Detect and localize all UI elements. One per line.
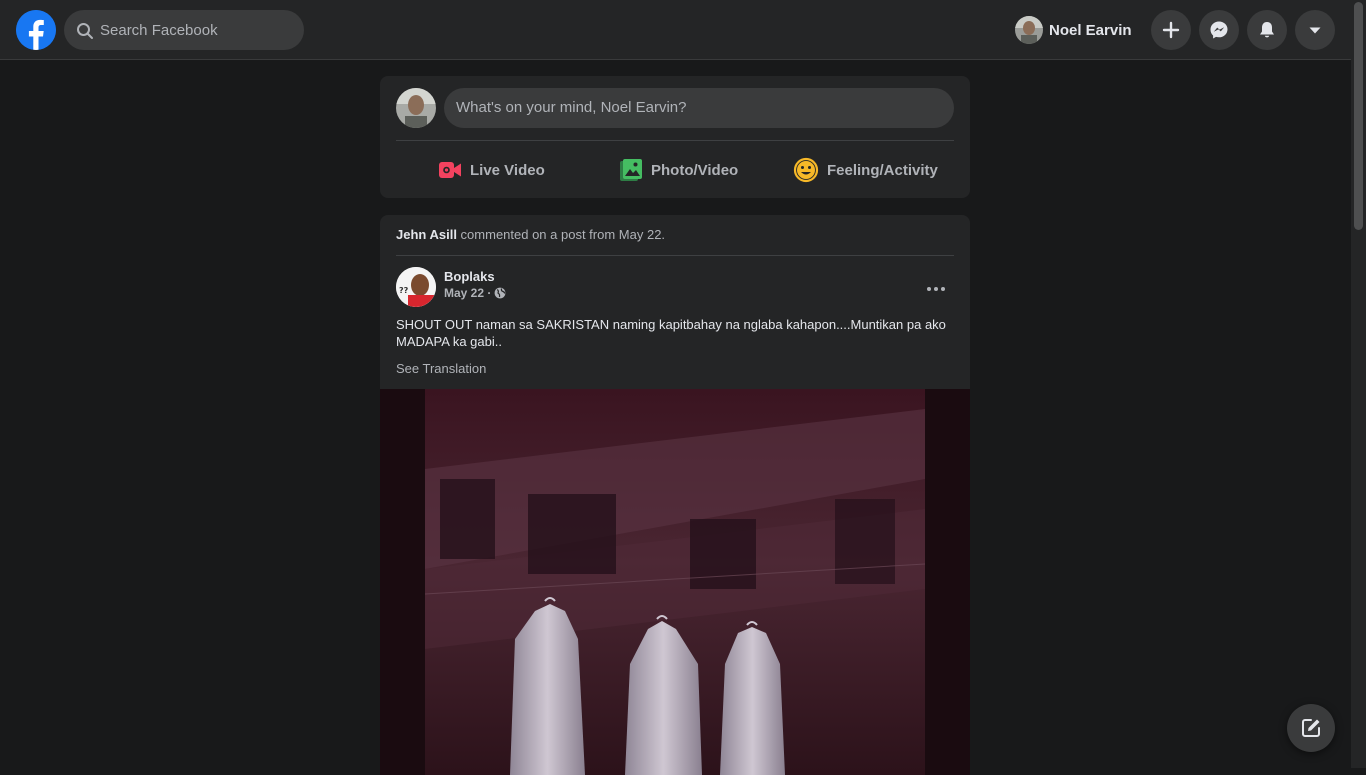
- post-meta: May 22 ·: [444, 286, 506, 300]
- globe-icon: [494, 287, 506, 299]
- avatar: [1015, 16, 1043, 44]
- messenger-button[interactable]: [1199, 10, 1239, 50]
- photo-video-icon: [620, 159, 642, 181]
- live-video-button[interactable]: Live Video: [438, 152, 545, 188]
- more-options-icon: [927, 287, 945, 291]
- feed-post: Jehn Asill commented on a post from May …: [380, 215, 970, 775]
- post-author-link[interactable]: Boplaks: [444, 269, 495, 284]
- top-navigation-bar: Noel Earvin: [0, 0, 1351, 60]
- feeling-activity-label: Feeling/Activity: [827, 161, 938, 179]
- page-scrollbar[interactable]: [1351, 0, 1366, 768]
- search-input[interactable]: [100, 10, 296, 50]
- feeling-activity-button[interactable]: Feeling/Activity: [793, 152, 938, 188]
- activity-actor-link[interactable]: Jehn Asill: [396, 227, 457, 242]
- avatar[interactable]: [396, 88, 436, 128]
- photo-video-label: Photo/Video: [651, 161, 739, 179]
- compose-icon: [1302, 719, 1320, 737]
- profile-shortcut[interactable]: Noel Earvin: [1011, 12, 1140, 48]
- search-box[interactable]: [64, 10, 304, 50]
- messenger-icon: [1210, 21, 1228, 39]
- search-icon: [77, 23, 93, 39]
- notifications-button[interactable]: [1247, 10, 1287, 50]
- live-video-label: Live Video: [470, 161, 545, 179]
- post-date-link[interactable]: May 22 ·: [444, 286, 491, 300]
- activity-text: commented on a post from May 22.: [456, 227, 666, 242]
- post-photo[interactable]: [380, 389, 970, 775]
- photo-video-button[interactable]: Photo/Video: [619, 152, 738, 188]
- create-button[interactable]: [1151, 10, 1191, 50]
- divider: [396, 140, 954, 141]
- activity-header: Jehn Asill commented on a post from May …: [396, 227, 665, 242]
- bell-icon: [1260, 22, 1274, 38]
- see-translation-link[interactable]: See Translation: [396, 361, 486, 376]
- svg-text:??: ??: [399, 286, 409, 295]
- plus-icon: [1162, 21, 1180, 39]
- post-text: SHOUT OUT naman sa SAKRISTAN naming kapi…: [396, 317, 946, 349]
- status-input[interactable]: What's on your mind, Noel Earvin?: [444, 88, 954, 128]
- profile-name: Noel Earvin: [1049, 21, 1132, 39]
- divider: [396, 255, 954, 256]
- live-video-icon: [439, 162, 461, 178]
- account-menu-button[interactable]: [1295, 10, 1335, 50]
- facebook-logo-icon[interactable]: [16, 10, 56, 50]
- post-composer: What's on your mind, Noel Earvin? Live V…: [380, 76, 970, 198]
- caret-down-icon: [1309, 27, 1321, 34]
- new-message-button[interactable]: [1287, 704, 1335, 752]
- scrollbar-thumb[interactable]: [1354, 2, 1363, 230]
- feeling-icon: [793, 157, 819, 183]
- author-avatar[interactable]: ??: [396, 267, 436, 307]
- post-options-button[interactable]: [918, 271, 954, 307]
